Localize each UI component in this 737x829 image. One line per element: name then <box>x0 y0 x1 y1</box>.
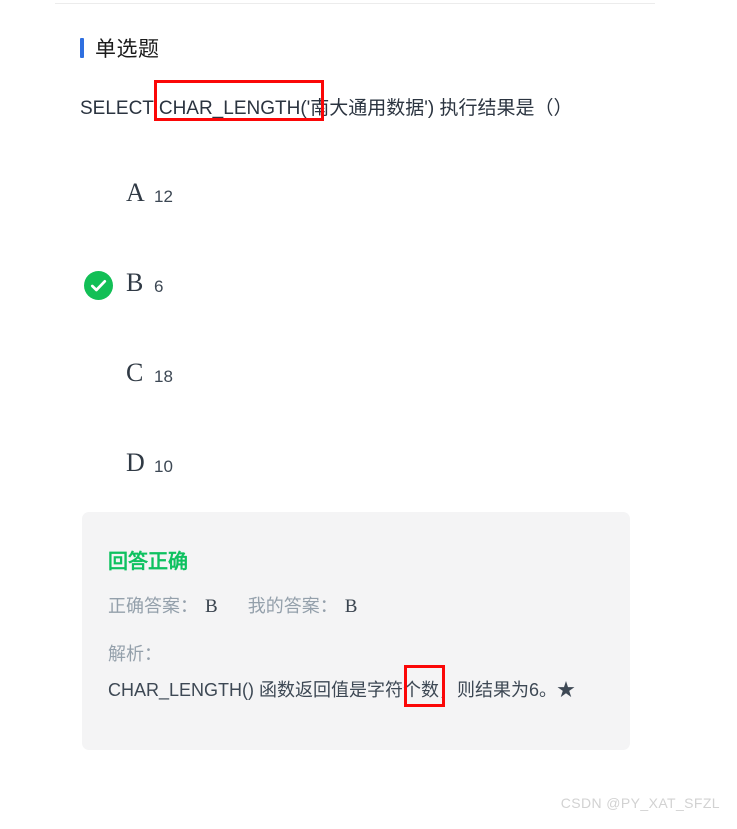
my-answer-label: 我的答案： <box>247 596 338 616</box>
my-answer-value: B <box>344 596 358 617</box>
option-a-value: 12 <box>154 187 173 206</box>
option-d-letter: D <box>126 448 145 477</box>
section-title-label: 单选题 <box>95 38 160 61</box>
option-b-mark <box>84 271 113 300</box>
option-b-value: 6 <box>154 277 164 296</box>
option-c-mark <box>84 361 113 390</box>
option-c-value: 18 <box>154 367 173 386</box>
option-c-letter: C <box>126 358 144 387</box>
watermark: CSDN @PY_XAT_SFZL <box>560 795 720 811</box>
correct-answer-label: 正确答案： <box>108 596 198 616</box>
check-icon <box>84 271 113 300</box>
analysis-text: CHAR_LENGTH() 函数返回值是字符个数，则结果为6。★ <box>108 680 576 700</box>
answer-result-panel: 回答正确 正确答案： B 我的答案： B 解析： CHAR_LENGTH() 函… <box>82 512 630 750</box>
option-d-value: 10 <box>154 457 173 476</box>
analysis-label: 解析： <box>108 644 162 664</box>
option-b-letter: B <box>126 268 144 297</box>
option-d-mark <box>84 451 113 480</box>
answer-summary-line: 正确答案： B 我的答案： B <box>108 592 359 618</box>
section-header: 单选题 <box>80 33 160 63</box>
option-a-letter: A <box>126 178 145 207</box>
options-list: A 12 B 6 C 18 D 10 <box>80 172 640 532</box>
correct-answer-value: B <box>205 596 218 617</box>
option-row-c[interactable]: C 18 <box>80 352 640 442</box>
question-stem: SELECT CHAR_LENGTH('南大通用数据') 执行结果是（） <box>80 98 573 119</box>
option-row-a[interactable]: A 12 <box>80 172 640 262</box>
top-divider <box>55 3 655 4</box>
option-a-mark <box>84 181 113 210</box>
section-accent-bar <box>80 38 84 58</box>
result-status-label: 回答正确 <box>108 551 188 573</box>
question-review-page: 单选题 SELECT CHAR_LENGTH('南大通用数据') 执行结果是（）… <box>0 0 737 829</box>
option-row-b[interactable]: B 6 <box>80 262 640 352</box>
